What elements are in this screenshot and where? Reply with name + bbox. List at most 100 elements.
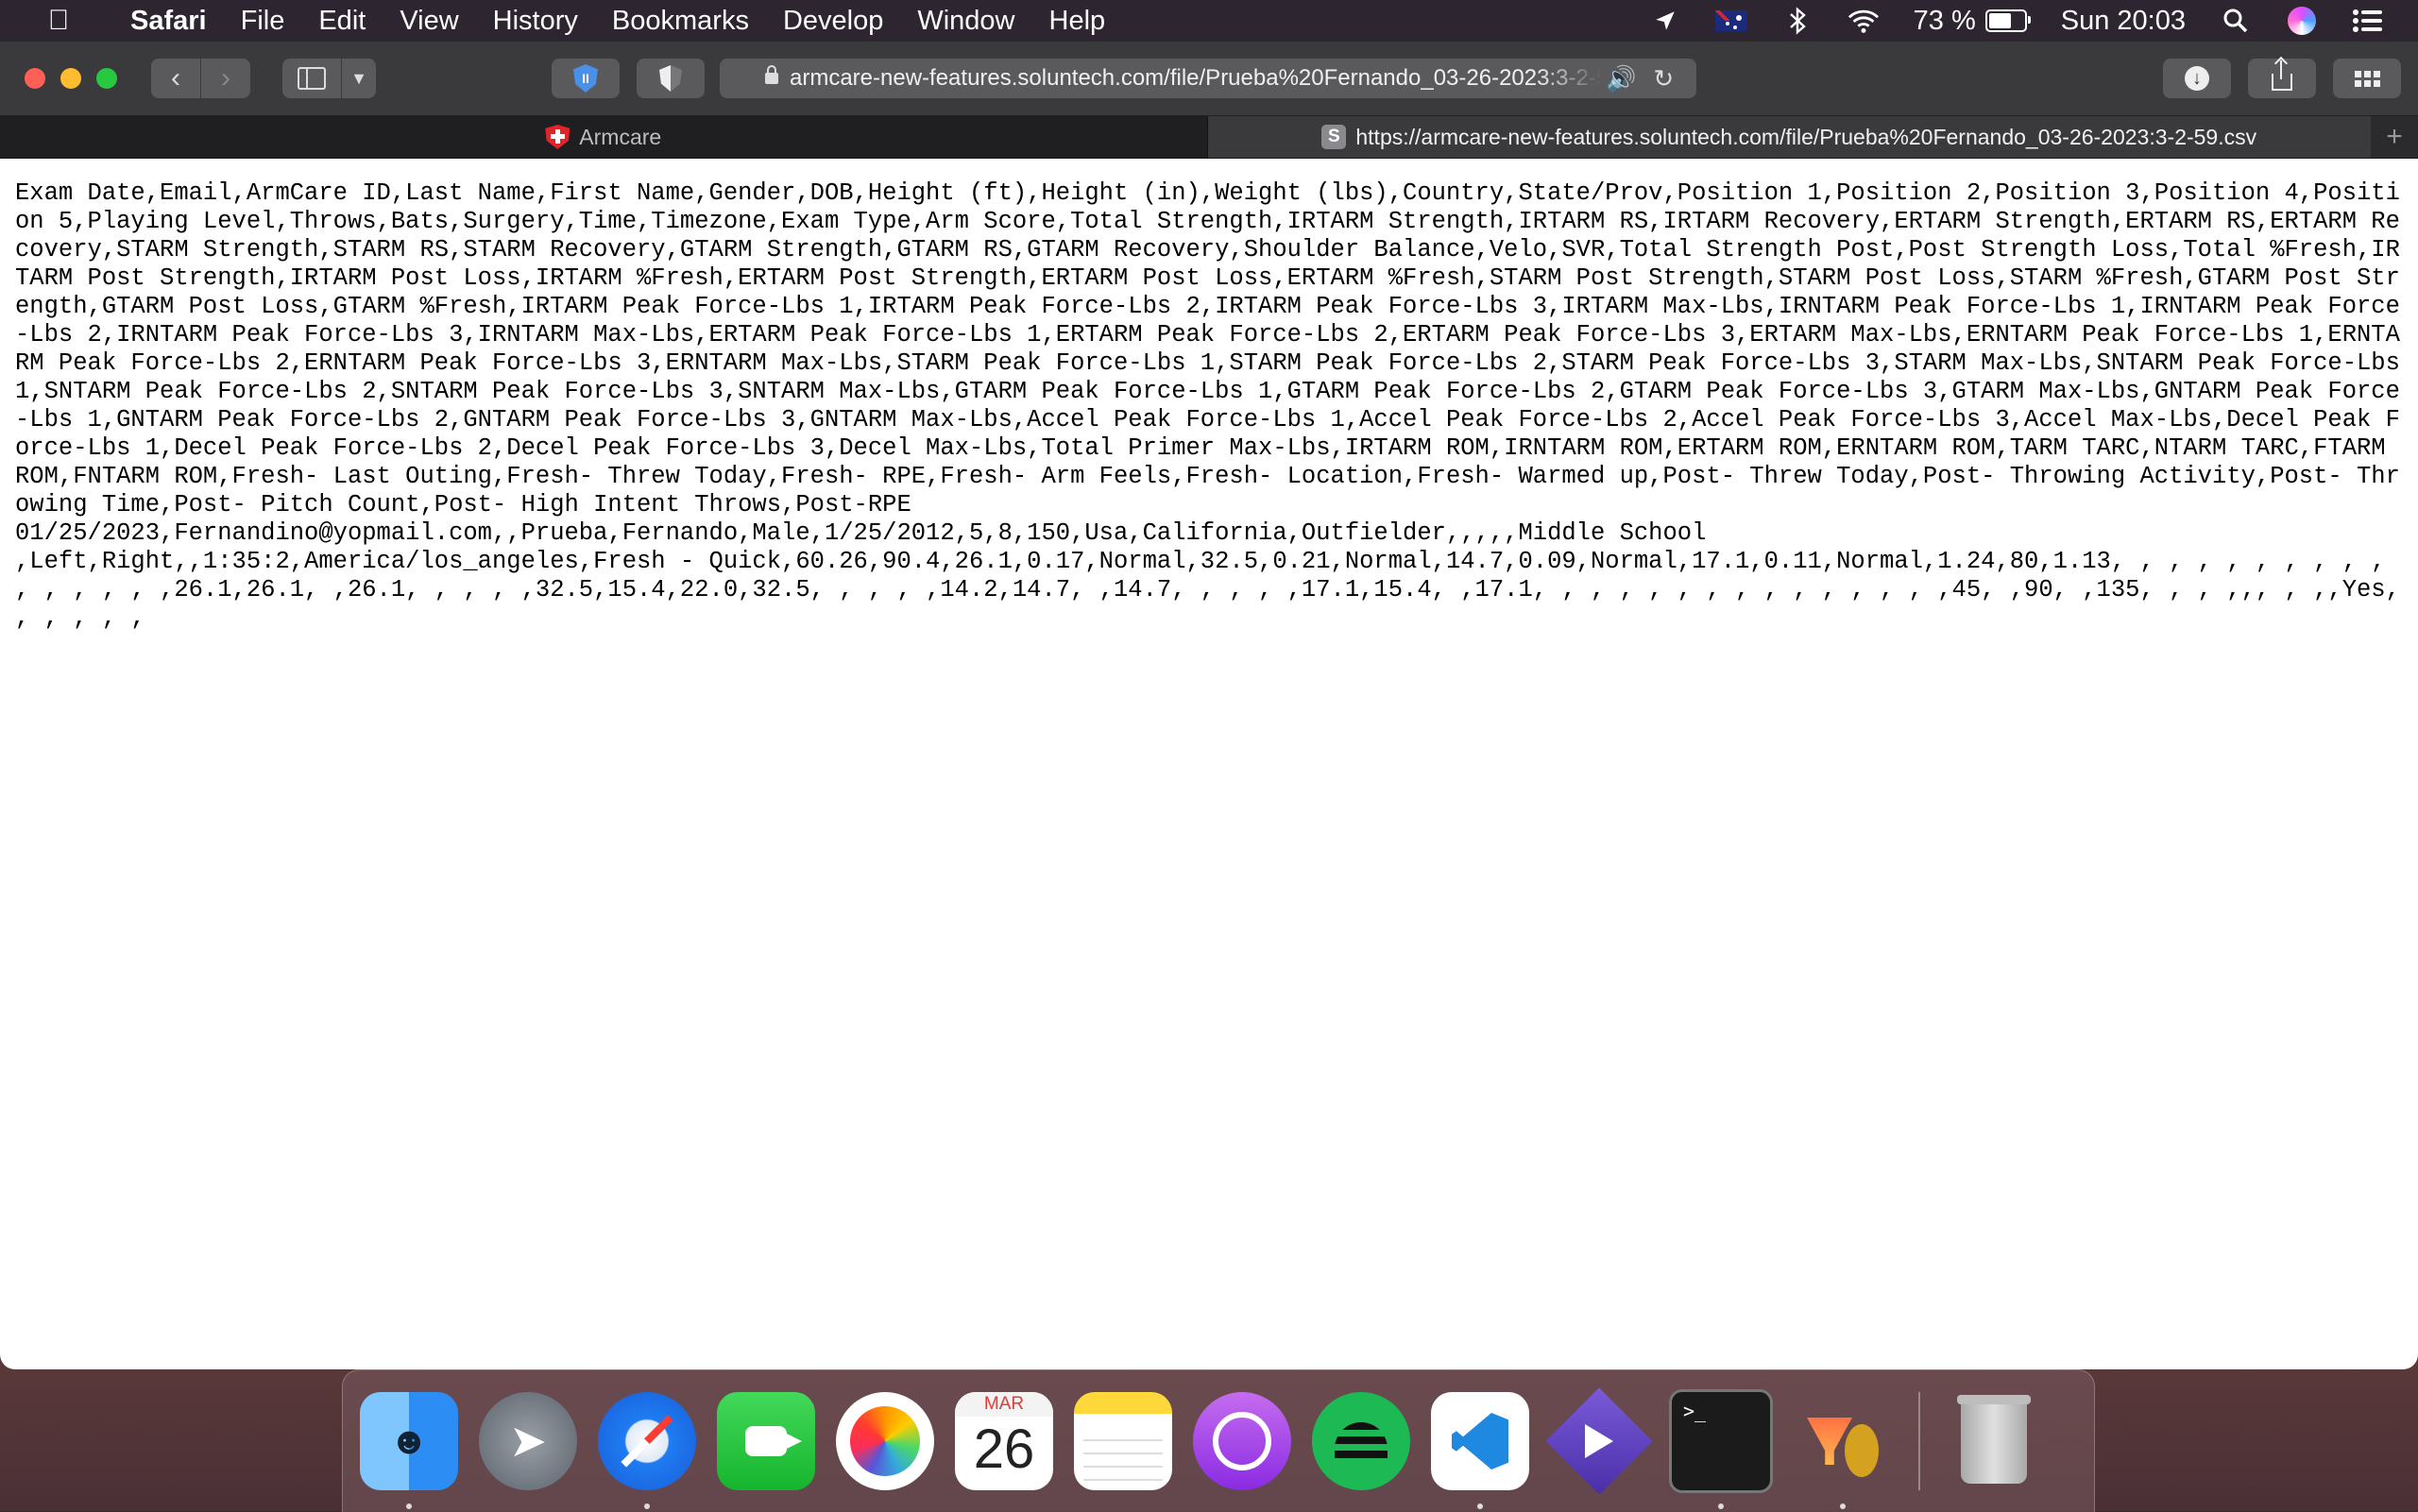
dock: ☻ ➤ MAR 26 >_ — [342, 1369, 2095, 1512]
menu-develop[interactable]: Develop — [783, 6, 883, 37]
privacy-report-button[interactable] — [637, 59, 705, 98]
play-icon — [1585, 1424, 1613, 1458]
menu-edit[interactable]: Edit — [318, 6, 366, 37]
csv-content: Exam Date,Email,ArmCare ID,Last Name,Fir… — [15, 179, 2400, 632]
back-button[interactable]: ‹ — [151, 59, 201, 98]
sidebar-icon — [298, 67, 326, 90]
chevron-down-icon: ▼ — [350, 68, 367, 88]
spotlight-icon[interactable] — [2220, 7, 2252, 35]
privacy-shield-icon — [659, 65, 682, 92]
menu-app-name[interactable]: Safari — [130, 6, 207, 37]
dock-infuse[interactable] — [1545, 1387, 1653, 1495]
running-indicator — [406, 1504, 412, 1509]
running-indicator — [1477, 1504, 1483, 1509]
menu-history[interactable]: History — [493, 6, 578, 37]
menu-bookmarks[interactable]: Bookmarks — [612, 6, 749, 37]
apple-menu-icon[interactable]:  — [34, 5, 83, 37]
bitwarden-extension-button[interactable]: II — [552, 59, 620, 98]
dock-notes[interactable] — [1074, 1392, 1172, 1490]
dock-trash[interactable] — [1945, 1392, 2043, 1490]
reload-icon[interactable]: ↻ — [1653, 64, 1674, 93]
battery-indicator[interactable]: 73 % — [1913, 5, 2031, 37]
dock-terminal[interactable]: >_ — [1669, 1389, 1773, 1509]
running-indicator — [1840, 1504, 1846, 1509]
bitwarden-shield-icon: II — [573, 64, 598, 93]
tab-overview-button[interactable] — [2333, 59, 2401, 98]
chevron-right-icon: › — [221, 62, 230, 93]
pineapple-icon — [1845, 1424, 1879, 1477]
calendar-day: 26 — [973, 1419, 1035, 1480]
finder-face-icon: ☻ — [388, 1419, 430, 1462]
url-text[interactable]: armcare-new-features.soluntech.com/file/… — [790, 65, 1602, 92]
bluetooth-icon[interactable] — [1781, 7, 1814, 35]
nav-buttons: ‹ › — [151, 59, 250, 98]
tab-label: Armcare — [579, 124, 662, 149]
clock[interactable]: Sun 20:03 — [2061, 6, 2186, 37]
toolbar: ‹ › ▼ II armcare-new-features.soluntech.… — [0, 42, 2418, 116]
tab-grid-icon — [2354, 70, 2380, 87]
dock-podcasts[interactable] — [1193, 1392, 1291, 1490]
sidebar-controls: ▼ — [282, 59, 376, 98]
dock-facetime[interactable] — [717, 1392, 815, 1490]
menu-file[interactable]: File — [241, 6, 285, 37]
terminal-prompt-icon: >_ — [1683, 1400, 1707, 1422]
address-bar[interactable]: armcare-new-features.soluntech.com/file/… — [720, 59, 1696, 98]
trash-can-icon — [1957, 1395, 2031, 1484]
dock-spotify[interactable] — [1312, 1392, 1410, 1490]
sidebar-toggle-button[interactable] — [282, 59, 342, 98]
running-indicator — [644, 1504, 650, 1509]
zoom-window-button[interactable] — [96, 68, 117, 89]
safari-window: ‹ › ▼ II armcare-new-features.soluntech.… — [0, 42, 2418, 1369]
tab-label: https://armcare-new-features.soluntech.c… — [1355, 124, 2257, 149]
chevron-left-icon: ‹ — [171, 62, 180, 93]
photos-flower-icon — [850, 1406, 920, 1476]
plus-icon: + — [2386, 121, 2403, 152]
calendar-month: MAR — [955, 1392, 1053, 1417]
compass-icon — [621, 1415, 673, 1468]
control-center-icon[interactable] — [2352, 7, 2384, 35]
download-icon: ↓ — [2185, 66, 2209, 91]
running-indicator — [1718, 1504, 1724, 1509]
sidebar-dropdown-button[interactable]: ▼ — [342, 59, 376, 98]
rocket-icon: ➤ — [508, 1417, 548, 1467]
menu-help[interactable]: Help — [1049, 6, 1106, 37]
speaker-icon[interactable]: 🔊 — [1606, 64, 1636, 93]
siri-icon[interactable] — [2286, 7, 2318, 35]
share-icon — [2272, 60, 2292, 91]
video-camera-icon — [745, 1426, 802, 1456]
dock-photos[interactable] — [836, 1392, 934, 1490]
battery-icon — [1984, 9, 2031, 32]
vscode-icon — [1452, 1413, 1508, 1470]
menu-window[interactable]: Window — [917, 6, 1014, 37]
notes-icon — [1083, 1427, 1163, 1484]
dock-vscode[interactable] — [1431, 1392, 1529, 1509]
dock-handbrake[interactable] — [1794, 1392, 1892, 1509]
armcare-favicon-icon — [545, 125, 570, 149]
letter-s-favicon-icon: S — [1321, 125, 1347, 149]
dock-safari[interactable] — [598, 1392, 696, 1509]
flag-australia-icon[interactable] — [1714, 7, 1747, 35]
dock-finder[interactable]: ☻ — [360, 1392, 458, 1509]
wifi-icon[interactable] — [1848, 7, 1880, 35]
downloads-button[interactable]: ↓ — [2163, 59, 2231, 98]
podcasts-icon — [1213, 1412, 1271, 1470]
menu-view[interactable]: View — [400, 6, 458, 37]
location-arrow-icon[interactable] — [1649, 7, 1681, 35]
tab-csv-file[interactable]: S https://armcare-new-features.soluntech… — [1207, 116, 2372, 158]
tab-bar: Armcare S https://armcare-new-features.s… — [0, 116, 2418, 159]
lock-icon — [765, 65, 778, 84]
status-area: 73 % Sun 20:03 — [1649, 6, 2384, 37]
dock-separator — [1918, 1392, 1920, 1490]
window-controls — [25, 68, 117, 89]
minimize-window-button[interactable] — [60, 68, 81, 89]
dock-launchpad[interactable]: ➤ — [479, 1392, 577, 1490]
spotify-icon — [1335, 1422, 1388, 1460]
new-tab-button[interactable]: + — [2371, 116, 2418, 158]
tab-armcare[interactable]: Armcare — [0, 116, 1208, 158]
close-window-button[interactable] — [25, 68, 45, 89]
battery-percent: 73 % — [1913, 5, 1976, 36]
menu-bar:  Safari File Edit View History Bookmark… — [0, 0, 2418, 42]
forward-button[interactable]: › — [201, 59, 250, 98]
share-button[interactable] — [2248, 59, 2316, 98]
dock-calendar[interactable]: MAR 26 — [955, 1392, 1053, 1490]
